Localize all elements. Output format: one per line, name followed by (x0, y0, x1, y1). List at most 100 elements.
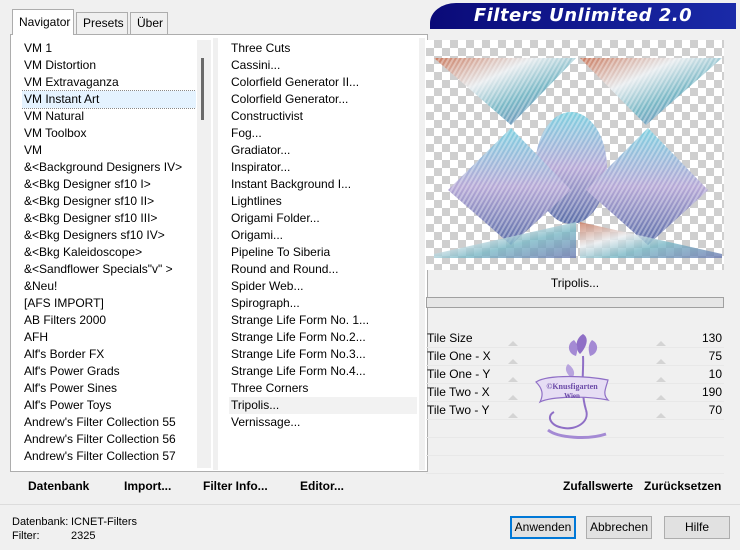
status-db-value: ICNET-Filters (71, 516, 137, 528)
parameter-label: Tile One - X (427, 349, 491, 363)
filter-list-item[interactable]: Three Cuts (229, 40, 417, 57)
watermark-text-1: ©Knusfigarten (546, 382, 598, 391)
category-list-item[interactable]: VM Toolbox (22, 125, 196, 142)
slider-tick (508, 359, 518, 364)
tab-presets[interactable]: Presets (76, 12, 128, 34)
filter-list-item[interactable]: Instant Background I... (229, 176, 417, 193)
slider-tick (508, 341, 518, 346)
progress-bar (426, 297, 724, 308)
category-list-item[interactable]: VM Natural (22, 108, 196, 125)
tab-ueber[interactable]: Über (130, 12, 168, 34)
category-list-item[interactable]: AB Filters 2000 (22, 312, 196, 329)
reset-label: Zurücksetzen (644, 479, 722, 493)
filter-list-item[interactable]: Colorfield Generator... (229, 91, 417, 108)
status-database: Datenbank: ICNET-Filters (12, 516, 137, 528)
status-filter-label: Filter: (12, 530, 40, 542)
filter-list-item[interactable]: Gradiator... (229, 142, 417, 159)
filter-list-item[interactable]: Strange Life Form No.3... (229, 346, 417, 363)
filter-list-item[interactable]: Three Corners (229, 380, 417, 397)
filter-list[interactable]: Three Cuts Cassini... Colorfield Generator… (229, 40, 417, 468)
slider-tick (656, 395, 666, 400)
filter-list-item[interactable]: Cassini... (229, 57, 417, 74)
banner-title: Filters Unlimited 2.0 (473, 5, 693, 26)
category-list-item[interactable]: Alf's Power Grads (22, 363, 196, 380)
filter-list-item[interactable]: Constructivist (229, 108, 417, 125)
category-list-item[interactable]: Andrew's Filter Collection 58 (22, 465, 196, 468)
list-divider (213, 38, 218, 470)
help-button[interactable]: Hilfe (664, 516, 730, 539)
category-list-item[interactable]: &Neu! (22, 278, 196, 295)
filter-list-item[interactable]: Fog... (229, 125, 417, 142)
category-scroll-thumb[interactable] (201, 58, 204, 120)
editor-button[interactable]: Editor... (300, 476, 344, 496)
footer-separator (0, 504, 740, 505)
apply-label: Anwenden (514, 520, 572, 534)
category-list-item[interactable]: Andrew's Filter Collection 56 (22, 431, 196, 448)
category-list-item[interactable]: VM 1 (22, 40, 196, 57)
preview-shape-top-right (580, 58, 722, 125)
help-label: Hilfe (684, 520, 709, 534)
filter-list-item[interactable]: Strange Life Form No.2... (229, 329, 417, 346)
slider-tick (656, 341, 666, 346)
category-list-item[interactable]: VM Distortion (22, 57, 196, 74)
filter-list-item[interactable]: Spider Web... (229, 278, 417, 295)
filter-list-item[interactable]: Lightlines (229, 193, 417, 210)
status-db-label: Datenbank: (12, 516, 69, 528)
filter-list-item[interactable]: Pipeline To Siberia (229, 244, 417, 261)
category-list-item[interactable]: Alf's Power Sines (22, 380, 196, 397)
preview-shape-top-left (434, 58, 576, 125)
category-list-item[interactable]: &<Bkg Designer sf10 I> (22, 176, 196, 193)
filter-list-item[interactable]: Spirograph... (229, 295, 417, 312)
watermark-text-2: Wien (564, 392, 580, 400)
random-values-button[interactable]: Zufallswerte (563, 476, 633, 496)
filter-list-item[interactable]: Tripolis... (229, 397, 417, 414)
import-button[interactable]: Import... (124, 476, 171, 496)
filter-info-label: Filter Info... (203, 479, 268, 493)
preview-shape-right-diamond (586, 128, 708, 245)
reset-button[interactable]: Zurücksetzen (644, 476, 721, 496)
list-divider-right (419, 38, 425, 470)
category-scrollbar[interactable] (197, 40, 211, 468)
slider-tick (656, 359, 666, 364)
parameter-label: Tile Two - Y (427, 403, 490, 417)
category-list-item[interactable]: &<Sandflower Specials"v" > (22, 261, 196, 278)
category-list-item[interactable]: &<Background Designers IV> (22, 159, 196, 176)
filter-info-button[interactable]: Filter Info... (203, 476, 268, 496)
category-list-item[interactable]: &<Bkg Designer sf10 III> (22, 210, 196, 227)
category-list-item[interactable]: &<Bkg Designers sf10 IV> (22, 227, 196, 244)
filter-list-item[interactable]: Colorfield Generator II... (229, 74, 417, 91)
category-list-item[interactable]: VM (22, 142, 196, 159)
category-list-item[interactable]: Andrew's Filter Collection 57 (22, 448, 196, 465)
filter-list-item[interactable]: Origami Folder... (229, 210, 417, 227)
cancel-button[interactable]: Abbrechen (586, 516, 652, 539)
parameter-label: Tile One - Y (427, 367, 491, 381)
category-list-item[interactable]: Alf's Power Toys (22, 397, 196, 414)
filter-list-item[interactable]: Strange Life Form No.4... (229, 363, 417, 380)
slider-tick (656, 377, 666, 382)
category-list-item[interactable]: Alf's Border FX (22, 346, 196, 363)
category-list-item[interactable]: &<Bkg Designer sf10 II> (22, 193, 196, 210)
category-list-item[interactable]: &<Bkg Kaleidoscope> (22, 244, 196, 261)
category-list-item[interactable]: [AFS IMPORT] (22, 295, 196, 312)
import-label: Import... (124, 479, 172, 493)
category-list-item[interactable]: Andrew's Filter Collection 55 (22, 414, 196, 431)
category-list[interactable]: VM 1 VM Distortion VM Extravaganza VM Insta… (22, 40, 196, 468)
tab-navigator-label: Navigator (19, 15, 71, 29)
parameter-label: Tile Two - X (427, 385, 490, 399)
title-banner: Filters Unlimited 2.0 (430, 3, 736, 29)
apply-button[interactable]: Anwenden (510, 516, 576, 539)
filter-list-item[interactable]: Vernissage... (229, 414, 417, 431)
filter-list-item[interactable]: Strange Life Form No. 1... (229, 312, 417, 329)
random-values-label: Zufallswerte (563, 479, 634, 493)
category-list-item[interactable]: AFH (22, 329, 196, 346)
parameter-value: 75 (708, 349, 722, 363)
filter-list-item[interactable]: Inspirator... (229, 159, 417, 176)
category-list-item[interactable]: VM Extravaganza (22, 74, 196, 91)
status-filter: Filter: 2325 (12, 530, 95, 542)
parameter-label: Tile Size (427, 331, 473, 345)
database-button[interactable]: Datenbank (28, 476, 89, 496)
category-list-item[interactable]: VM Instant Art (22, 90, 196, 109)
tab-navigator-active[interactable]: Navigator (12, 9, 74, 35)
filter-list-item[interactable]: Round and Round... (229, 261, 417, 278)
filter-list-item[interactable]: Origami... (229, 227, 417, 244)
